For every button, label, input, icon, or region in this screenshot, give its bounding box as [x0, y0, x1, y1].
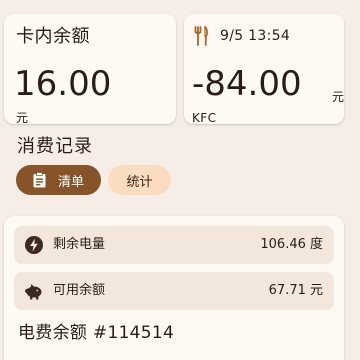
last-transaction-card[interactable]: 9/5 13:54 -84.00 元 KFC — [184, 14, 345, 125]
clipboard-icon — [33, 172, 46, 188]
card-balance-amount: 16.00 — [14, 64, 112, 104]
chip-list[interactable]: 清单 — [16, 165, 101, 195]
transaction-datetime: 9/5 13:54 — [220, 28, 291, 44]
card-balance-unit: 元 — [16, 111, 29, 125]
transaction-amount: -84.00 — [192, 64, 302, 104]
electricity-balance-title: 电费余额 #114514 — [18, 323, 175, 343]
piggy-bank-icon — [25, 284, 42, 300]
card-balance-title: 卡内余额 — [16, 26, 90, 47]
electricity-card: 剩余电量 106.46 度 可用余额 67.71 元 电费余额 #114514 — [4, 216, 344, 360]
fork-knife-icon — [194, 26, 208, 46]
chip-list-label: 清单 — [57, 174, 84, 190]
chip-stats[interactable]: 统计 — [108, 165, 171, 195]
records-section-title: 消费记录 — [17, 136, 93, 157]
remaining-power-row[interactable]: 剩余电量 106.46 度 — [14, 226, 334, 264]
bolt-icon — [25, 236, 43, 254]
available-balance-row[interactable]: 可用余额 67.71 元 — [14, 272, 334, 310]
remaining-power-value: 106.46 度 — [260, 237, 323, 252]
transaction-merchant: KFC — [192, 111, 217, 125]
available-balance-label: 可用余额 — [53, 283, 106, 298]
app-screen: 卡内余额 16.00 元 9/5 13:54 -84.00 元 KFC 消费记录 — [0, 0, 360, 360]
card-balance-card[interactable]: 卡内余额 16.00 元 — [4, 14, 176, 125]
remaining-power-label: 剩余电量 — [53, 237, 106, 252]
available-balance-value: 67.71 元 — [268, 283, 323, 298]
transaction-unit: 元 — [332, 90, 345, 104]
chip-stats-label: 统计 — [126, 174, 153, 190]
